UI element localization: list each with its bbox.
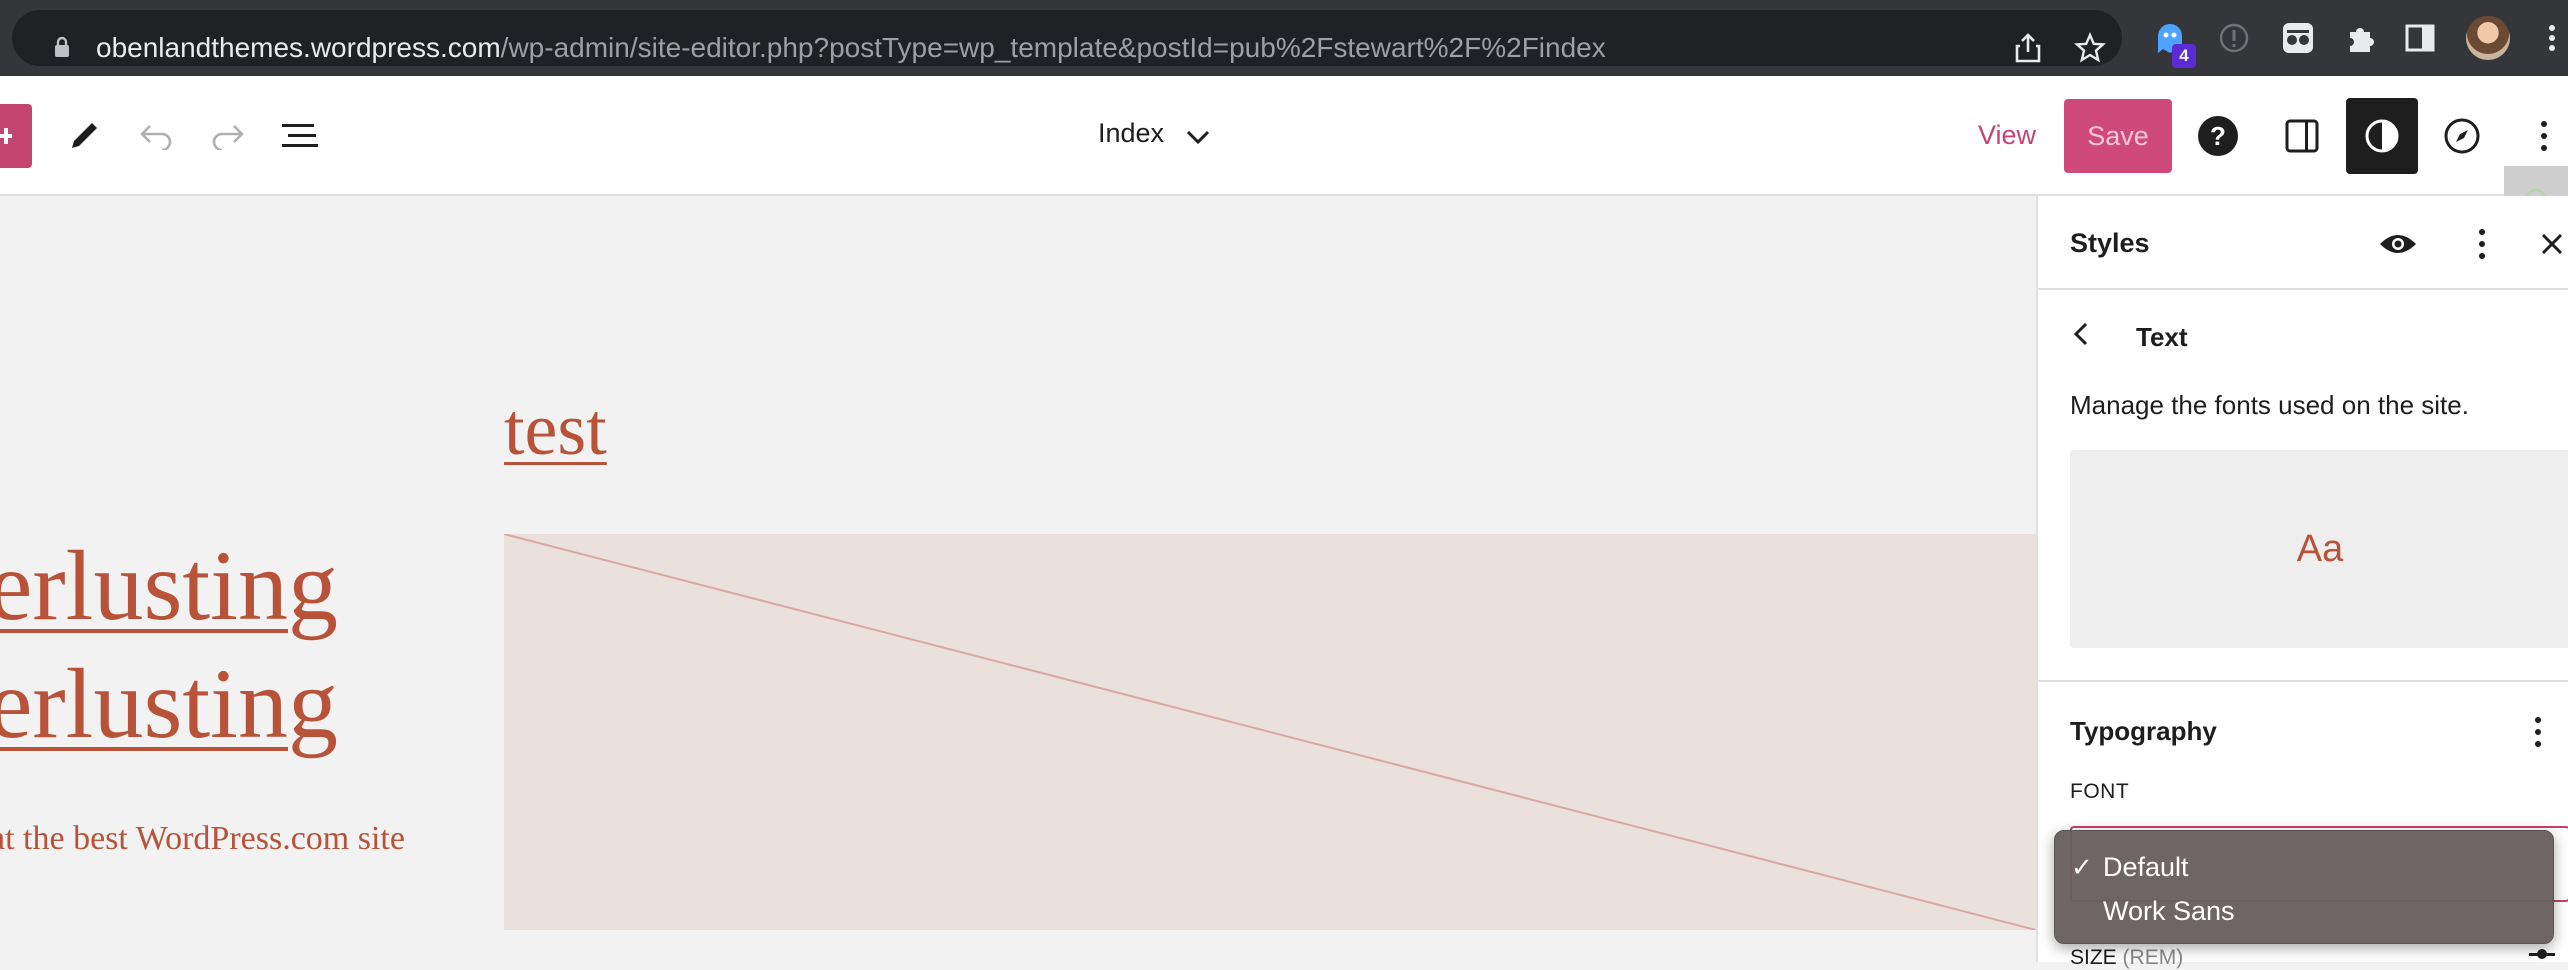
checkmark-icon: ✓: [2071, 852, 2093, 882]
redo-icon: [212, 125, 244, 150]
site-tagline[interactable]: at the best WordPress.com site: [0, 820, 405, 858]
placeholder-diagonal: [503, 533, 2036, 931]
svg-text:?: ?: [2210, 121, 2226, 151]
info-extension-icon[interactable]: [2214, 18, 2254, 58]
editor-canvas[interactable]: test derlusting derlusting at the best W…: [0, 196, 2036, 962]
undo-icon: [140, 125, 172, 150]
typography-preview: Aa: [2070, 450, 2568, 648]
browser-menu-icon[interactable]: [2536, 18, 2568, 58]
view-link[interactable]: View: [1978, 120, 2036, 151]
redo-button[interactable]: [204, 112, 252, 160]
sidebar-icon: [2285, 119, 2319, 153]
share-icon[interactable]: [2008, 28, 2048, 68]
typography-options-button[interactable]: [2514, 708, 2562, 756]
chevron-left-icon: [2073, 322, 2088, 346]
extension-badge: 4: [2172, 44, 2196, 68]
compass-icon: [2444, 118, 2480, 154]
slider-icon: [2529, 949, 2555, 959]
font-option-default[interactable]: ✓ Default: [2055, 845, 2555, 889]
font-label: FONT: [2070, 780, 2130, 803]
help-icon: ?: [2198, 116, 2238, 156]
font-option-label: Work Sans: [2103, 896, 2235, 926]
close-icon: [2541, 233, 2563, 255]
close-styles-button[interactable]: [2534, 220, 2568, 268]
list-view-button[interactable]: [276, 112, 324, 160]
side-panel-icon[interactable]: [2400, 18, 2440, 58]
post-title[interactable]: test: [504, 388, 607, 473]
chevron-down-icon[interactable]: [1182, 118, 1214, 154]
pencil-icon: [72, 123, 97, 148]
navigation-button[interactable]: [2438, 112, 2486, 160]
edit-tools-button[interactable]: [60, 112, 108, 160]
styles-button[interactable]: [2346, 98, 2418, 174]
styles-panel-header: Styles: [2038, 196, 2568, 290]
url-text: obenlandthemes.wordpress.com/wp-admin/si…: [96, 30, 1606, 66]
add-block-button[interactable]: [0, 104, 32, 168]
bookmark-star-icon[interactable]: [2070, 28, 2110, 68]
panel-description: Manage the fonts used on the site.: [2070, 390, 2469, 420]
template-title[interactable]: Index: [1098, 118, 1164, 149]
url-path: /wp-admin/site-editor.php?postType=wp_te…: [500, 32, 1606, 63]
size-unit: (REM): [2122, 946, 2184, 969]
plus-icon: [0, 128, 12, 144]
font-option-label: Default: [2103, 852, 2189, 882]
panel-divider: [2038, 680, 2568, 682]
reader-extension-icon[interactable]: [2278, 18, 2318, 58]
featured-image-placeholder[interactable]: [503, 533, 2036, 931]
list-view-icon: [282, 124, 318, 147]
styles-half-circle-icon: [2365, 119, 2399, 153]
profile-avatar[interactable]: [2466, 16, 2510, 60]
font-option-work-sans[interactable]: Work Sans: [2055, 889, 2555, 933]
save-button[interactable]: Save: [2064, 99, 2172, 173]
lock-icon: [55, 36, 69, 57]
more-vertical-icon: [2535, 717, 2541, 747]
panel-nav-title: Text: [2136, 322, 2188, 352]
typography-heading: Typography: [2070, 716, 2217, 746]
back-button[interactable]: [2058, 310, 2106, 358]
site-title-line[interactable]: derlusting: [0, 646, 338, 761]
more-vertical-icon: [2479, 229, 2485, 259]
undo-button[interactable]: [132, 112, 180, 160]
options-button[interactable]: [2520, 112, 2568, 160]
preview-sample-text: Aa: [2296, 527, 2344, 570]
eye-icon: [2380, 235, 2416, 253]
url-host: obenlandthemes.wordpress.com: [96, 32, 501, 63]
editor-header: Index View Save ?: [0, 76, 2568, 196]
address-bar[interactable]: obenlandthemes.wordpress.com/wp-admin/si…: [12, 10, 2122, 66]
styles-panel-title: Styles: [2070, 228, 2150, 258]
settings-sidebar-button[interactable]: [2278, 112, 2326, 160]
font-dropdown-menu: ✓ Default Work Sans: [2054, 830, 2554, 944]
size-label-text: SIZE: [2070, 946, 2117, 969]
styles-more-button[interactable]: [2458, 220, 2506, 268]
size-label: SIZE (REM): [2070, 946, 2183, 970]
site-title-line[interactable]: derlusting: [0, 528, 338, 643]
style-book-button[interactable]: [2374, 220, 2422, 268]
help-button[interactable]: ?: [2194, 112, 2242, 160]
puzzle-extensions-icon[interactable]: [2340, 18, 2380, 58]
browser-toolbar: obenlandthemes.wordpress.com/wp-admin/si…: [0, 0, 2568, 76]
more-vertical-icon: [2541, 121, 2547, 151]
